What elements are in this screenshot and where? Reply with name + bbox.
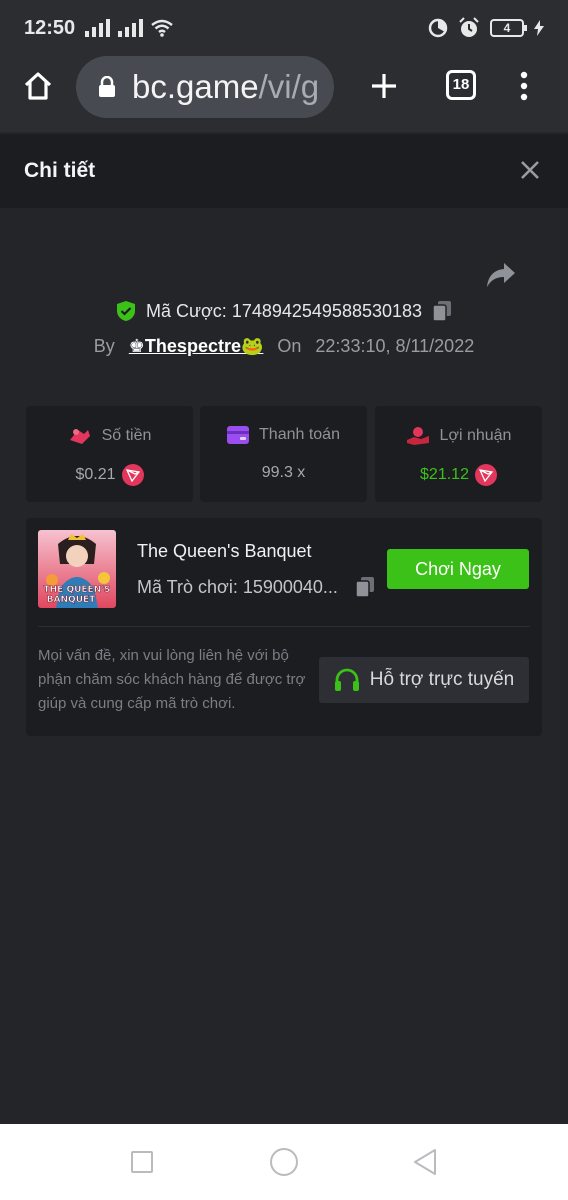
stat-profit: Lợi nhuận $21.12 [375, 406, 542, 502]
trx-coin-icon [121, 464, 144, 486]
stat-profit-value: $21.12 [420, 466, 469, 483]
game-code: Mã Trò chơi: 15900040... [137, 577, 349, 598]
stat-payout-value: 99.3 x [261, 464, 306, 481]
more-menu-icon[interactable] [518, 70, 530, 102]
details-title: Chi tiết [24, 159, 96, 182]
game-code-value: 15900040... [242, 576, 338, 597]
url-path: /vi/g [258, 68, 320, 105]
copy-icon[interactable] [432, 300, 452, 322]
back-icon[interactable] [412, 1148, 438, 1176]
stat-amount-label: Số tiền [101, 427, 152, 444]
profit-hand-icon [406, 427, 429, 445]
browser-toolbar: bc.game/vi/g 18 [0, 56, 568, 132]
headset-icon [334, 668, 359, 691]
url-text: bc.game/vi/g [132, 68, 319, 106]
bet-id-text: Mã Cược: 1748942549588530183 [146, 301, 422, 322]
bet-datetime: 22:33:10, 8/11/2022 [315, 336, 475, 356]
stat-payout: Thanh toán 99.3 x [200, 406, 367, 502]
copy-icon[interactable] [355, 576, 375, 598]
wifi-icon [151, 19, 173, 37]
game-thumbnail[interactable]: THE QUEEN'S BANQUET [38, 530, 116, 608]
on-label: On [277, 336, 302, 356]
bet-id-value: 1748942549588530183 [231, 300, 423, 321]
stat-amount-value: $0.21 [75, 466, 116, 483]
alarm-icon [459, 17, 479, 37]
stat-profit-label: Lợi nhuận [439, 427, 512, 444]
details-header: Chi tiết [0, 134, 568, 208]
signal-icon [85, 19, 111, 37]
charging-icon [534, 20, 544, 36]
bet-author-row: By ♚Thespectre🐸 On 22:33:10, 8/11/2022 [0, 336, 568, 357]
trx-coin-icon [474, 464, 497, 486]
url-host: bc.game [132, 68, 259, 105]
system-nav-bar [0, 1124, 568, 1200]
game-code-label: Mã Trò chơi: [137, 576, 238, 597]
verified-shield-icon [116, 301, 135, 321]
by-label: By [93, 336, 115, 356]
game-thumb-title-2: BANQUET [47, 595, 96, 605]
address-bar[interactable]: bc.game/vi/g [76, 56, 334, 118]
home-icon[interactable] [22, 70, 54, 102]
game-code-row: Mã Trò chơi: 15900040... [137, 576, 375, 598]
tab-count-button[interactable]: 18 [446, 70, 476, 100]
recent-apps-icon[interactable] [131, 1151, 153, 1173]
lock-icon [99, 76, 115, 97]
wallet-icon [227, 426, 250, 444]
home-button-icon[interactable] [270, 1148, 298, 1176]
username-link[interactable]: ♚Thespectre🐸 [129, 336, 264, 357]
status-time: 12:50 [24, 16, 76, 39]
money-bag-icon [69, 429, 90, 444]
bet-id-label: Mã Cược: [145, 300, 227, 321]
close-icon[interactable] [520, 160, 540, 180]
signal-icon-2 [118, 19, 144, 37]
status-bar: 12:50 4 [0, 0, 568, 56]
play-now-button[interactable]: Chơi Ngay [387, 549, 529, 589]
game-card: THE QUEEN'S BANQUET The Queen's Banquet … [26, 518, 542, 736]
divider [38, 626, 530, 627]
stat-amount: Số tiền $0.21 [26, 406, 193, 502]
support-message: Mọi vấn đề, xin vui lòng liên hệ với bộ … [38, 647, 306, 712]
game-name[interactable]: The Queen's Banquet [137, 541, 312, 562]
data-saver-icon [428, 18, 448, 38]
stat-payout-label: Thanh toán [259, 426, 340, 443]
battery-icon: 4 [490, 19, 527, 37]
live-support-button[interactable]: Hỗ trợ trực tuyến [319, 657, 529, 703]
game-thumb-title-1: THE QUEEN'S [44, 585, 111, 595]
share-icon[interactable] [486, 262, 516, 288]
live-support-label: Hỗ trợ trực tuyến [369, 669, 515, 690]
bet-id-row: Mã Cược: 1748942549588530183 [0, 300, 568, 322]
new-tab-icon[interactable] [368, 70, 400, 102]
